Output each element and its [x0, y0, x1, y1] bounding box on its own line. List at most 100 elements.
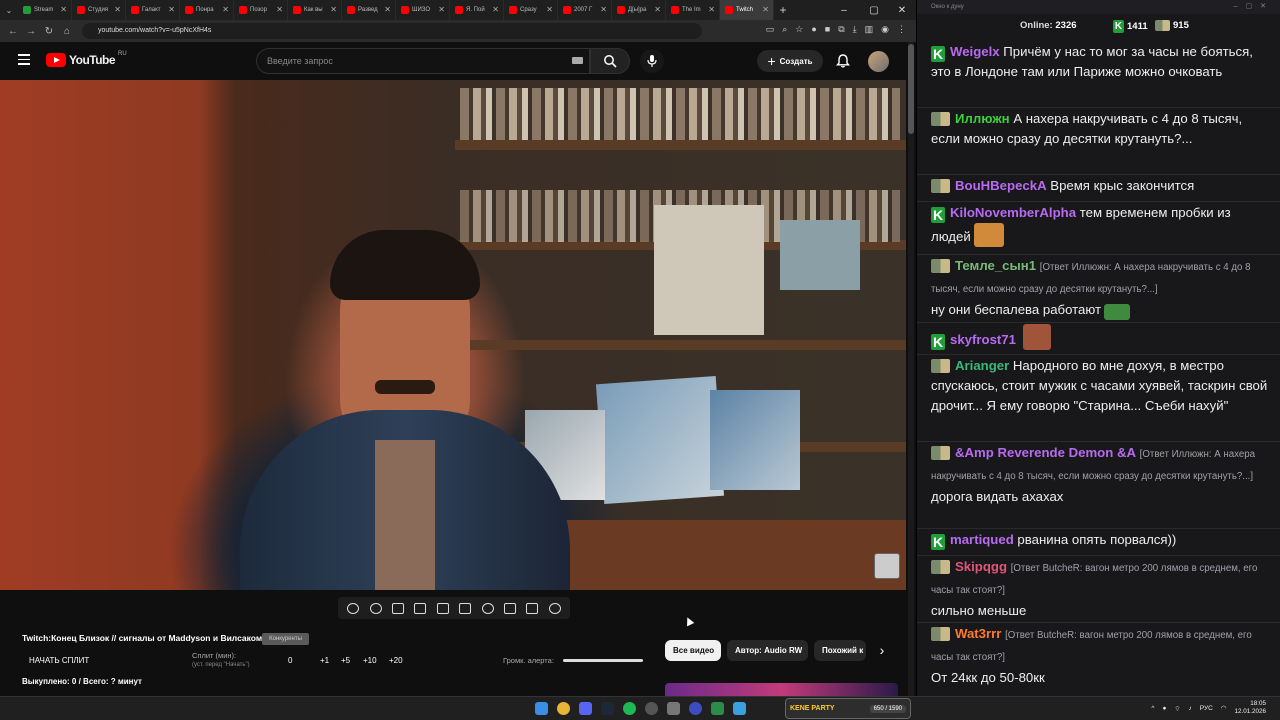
- chat-username[interactable]: Wat3rrr: [955, 626, 1001, 641]
- browser-tab[interactable]: Развед ✕: [342, 0, 396, 20]
- chrome-icon[interactable]: [557, 702, 570, 715]
- tab-search-icon[interactable]: ⌄: [0, 0, 18, 20]
- chip-similar[interactable]: Похожий к: [814, 640, 866, 661]
- tab-close-icon[interactable]: ✕: [546, 5, 553, 14]
- channel-watermark[interactable]: [874, 553, 900, 579]
- add-to-queue-icon[interactable]: [503, 602, 516, 614]
- spotify-icon[interactable]: [623, 702, 636, 715]
- network-icon[interactable]: ⌔: [1174, 704, 1180, 713]
- chat-username[interactable]: BouHBepeckA: [955, 178, 1047, 193]
- split-plus-10-button[interactable]: +10: [363, 656, 377, 665]
- start-split-button[interactable]: НАЧАТЬ СПЛИТ: [29, 656, 89, 665]
- scrollbar-thumb[interactable]: [908, 44, 914, 134]
- chat-username[interactable]: KiloNovemberAlpha: [950, 205, 1076, 220]
- new-tab-button[interactable]: +: [774, 3, 792, 17]
- install-icon[interactable]: ▭: [766, 24, 775, 35]
- youtube-logo[interactable]: YouTube RU: [46, 51, 127, 67]
- extension-icon[interactable]: ●: [811, 24, 816, 35]
- tab-close-icon[interactable]: ✕: [600, 5, 607, 14]
- more-menu-icon[interactable]: ⋮: [897, 24, 906, 35]
- split-plus-5-button[interactable]: +5: [341, 656, 350, 665]
- back-icon[interactable]: ←: [4, 26, 22, 37]
- chat-username[interactable]: Skipqgg: [955, 559, 1007, 574]
- maximize-icon[interactable]: ▢: [860, 0, 888, 20]
- create-button[interactable]: + Создать: [757, 50, 823, 72]
- tab-close-icon[interactable]: ✕: [114, 5, 121, 14]
- loop-icon[interactable]: [347, 602, 360, 614]
- account-avatar[interactable]: [868, 51, 889, 72]
- url-field[interactable]: youtube.com/watch?v=-u5pNcXfH4s: [82, 23, 702, 39]
- tab-close-icon[interactable]: ✕: [492, 5, 499, 14]
- clock[interactable]: 18:05 12.01.2026: [1234, 700, 1266, 716]
- wifi-icon[interactable]: ◠: [1221, 704, 1227, 712]
- tab-close-icon[interactable]: ✕: [708, 5, 715, 14]
- profile-icon[interactable]: ◉: [881, 24, 889, 35]
- tray-chevron-icon[interactable]: ^: [1151, 705, 1154, 712]
- browser-tab[interactable]: 2007 Г ✕: [558, 0, 612, 20]
- browser-tab[interactable]: Студия ✕: [72, 0, 126, 20]
- download-icon[interactable]: ⤓: [853, 24, 857, 35]
- page-scrollbar[interactable]: [908, 42, 914, 696]
- split-plus-20-button[interactable]: +20: [389, 656, 403, 665]
- minimize-icon[interactable]: –: [830, 0, 858, 20]
- browser-tab[interactable]: Stream ✕: [18, 0, 72, 20]
- audio-icon[interactable]: [369, 602, 382, 614]
- watch-later-icon[interactable]: [391, 602, 404, 614]
- browser-tab[interactable]: ШИЗО ✕: [396, 0, 450, 20]
- chat-username[interactable]: martiqued: [950, 532, 1014, 547]
- app-icon[interactable]: [711, 702, 724, 715]
- tab-close-icon[interactable]: ✕: [654, 5, 661, 14]
- chat-username[interactable]: Иллюжн: [955, 111, 1010, 126]
- browser-tab[interactable]: Галакт ✕: [126, 0, 180, 20]
- speed-icon[interactable]: [481, 602, 494, 614]
- start-icon[interactable]: [535, 702, 548, 715]
- close-window-icon[interactable]: ✕: [888, 0, 916, 20]
- recommended-video-thumbnail[interactable]: [665, 683, 898, 696]
- hamburger-menu-icon[interactable]: [18, 54, 30, 66]
- steam-icon[interactable]: [601, 702, 614, 715]
- browser-tab[interactable]: Понра ✕: [180, 0, 234, 20]
- volume-icon[interactable]: ♪: [1189, 705, 1192, 712]
- bookmark-star-icon[interactable]: ☆: [795, 24, 803, 35]
- puzzle-icon[interactable]: ⧉: [838, 24, 844, 35]
- browser-tab[interactable]: Сразу ✕: [504, 0, 558, 20]
- window-controls[interactable]: –▢✕: [1234, 0, 1274, 14]
- chevron-right-icon[interactable]: ›: [872, 640, 892, 661]
- obs-icon[interactable]: [645, 702, 658, 715]
- browser-tab[interactable]: Позор ✕: [234, 0, 288, 20]
- split-plus-1-button[interactable]: +1: [320, 656, 329, 665]
- sidebar-icon[interactable]: ▥: [865, 24, 874, 35]
- chip-all-videos[interactable]: Все видео: [665, 640, 721, 661]
- telegram-icon[interactable]: [733, 702, 746, 715]
- forward-icon[interactable]: →: [22, 26, 40, 37]
- settings-gear-icon[interactable]: [548, 602, 561, 614]
- alert-volume-slider[interactable]: [563, 659, 643, 662]
- app-icon[interactable]: [667, 702, 680, 715]
- picture-in-picture-icon[interactable]: [436, 602, 449, 614]
- browser-tab[interactable]: The Im ✕: [666, 0, 720, 20]
- voice-search-button[interactable]: [640, 49, 664, 73]
- keyboard-icon[interactable]: [572, 57, 583, 64]
- chat-username[interactable]: Arianger: [955, 358, 1009, 373]
- extension-icon[interactable]: ■: [825, 24, 830, 35]
- search-button[interactable]: [590, 48, 630, 74]
- browser-tab[interactable]: Я. Пой ✕: [450, 0, 504, 20]
- tray-app-icon[interactable]: ●: [1162, 705, 1166, 712]
- tab-close-icon[interactable]: ✕: [384, 5, 391, 14]
- tab-close-icon[interactable]: ✕: [168, 5, 175, 14]
- discord-icon[interactable]: [579, 702, 592, 715]
- chip-author[interactable]: Автор: Audio RW: [727, 640, 808, 661]
- notifications-bell-icon[interactable]: [835, 53, 851, 69]
- language-indicator[interactable]: РУС: [1200, 705, 1213, 712]
- home-icon[interactable]: ⌂: [58, 26, 76, 37]
- browser-tab[interactable]: Twitch ✕: [720, 0, 774, 20]
- search-input[interactable]: Введите запрос: [256, 48, 590, 74]
- zoom-icon[interactable]: ⌕: [782, 24, 787, 35]
- chat-username[interactable]: &Amp Reverende Demon &A: [955, 445, 1136, 460]
- taskbar-widget[interactable]: KENE PARTY 650 / 1590: [785, 698, 911, 719]
- tab-close-icon[interactable]: ✕: [222, 5, 229, 14]
- clip-icon[interactable]: [414, 602, 427, 614]
- tab-close-icon[interactable]: ✕: [438, 5, 445, 14]
- chat-username[interactable]: Темле_сын1: [955, 258, 1036, 273]
- tab-close-icon[interactable]: ✕: [762, 5, 769, 14]
